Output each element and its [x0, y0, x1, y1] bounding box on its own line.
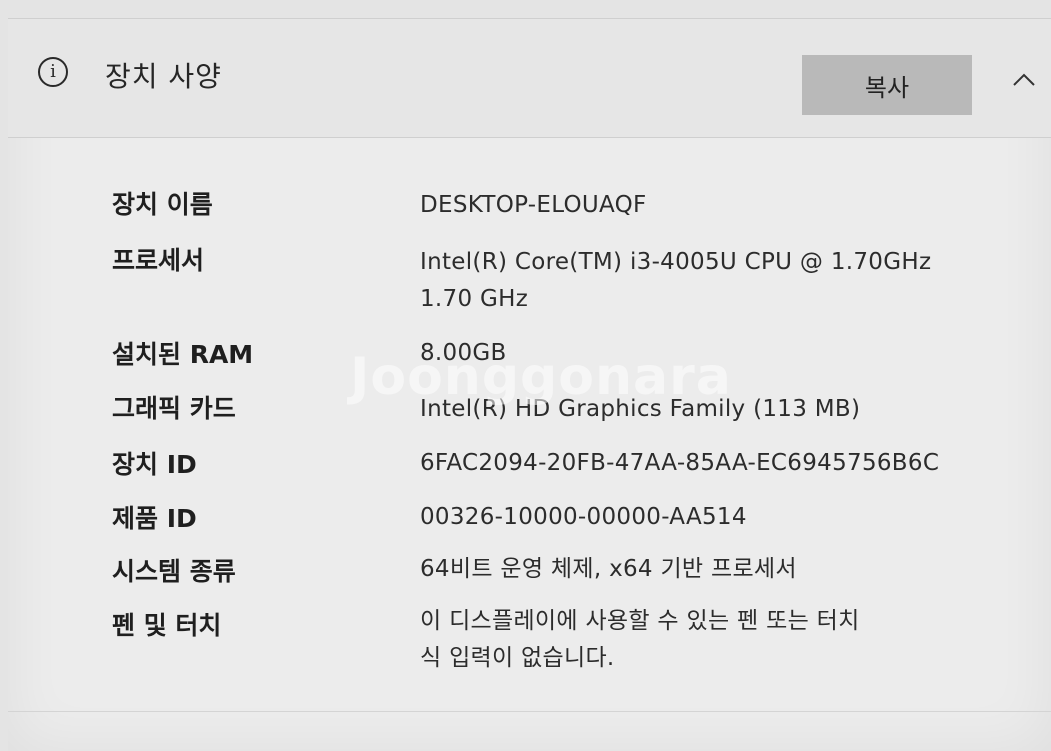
info-icon: i: [38, 57, 68, 87]
spec-label-device-id: 장치 ID: [112, 450, 197, 479]
panel-header[interactable]: i 장치 사양 복사: [8, 19, 1051, 138]
spec-label-processor: 프로세서: [112, 246, 205, 275]
copy-button[interactable]: 복사: [802, 55, 972, 115]
spec-label-pen-and-touch: 펜 및 터치: [112, 611, 222, 640]
bottom-divider: [8, 711, 1051, 712]
spec-value-device-id[interactable]: 6FAC2094-20FB-47AA-85AA-EC6945756B6C: [420, 445, 980, 482]
spec-label-device-name: 장치 이름: [112, 190, 213, 219]
spec-label-graphics-card: 그래픽 카드: [112, 394, 236, 423]
spec-value-installed-ram[interactable]: 8.00GB: [420, 335, 980, 372]
spec-value-processor[interactable]: Intel(R) Core(TM) i3-4005U CPU @ 1.70GHz…: [420, 244, 980, 318]
spec-label-system-type: 시스템 종류: [112, 557, 236, 586]
spec-value-system-type[interactable]: 64비트 운영 체제, x64 기반 프로세서: [420, 551, 980, 588]
page-title: 장치 사양: [105, 60, 222, 93]
spec-label-product-id: 제품 ID: [112, 504, 197, 533]
spec-value-graphics-card[interactable]: Intel(R) HD Graphics Family (113 MB): [420, 391, 980, 428]
spec-value-product-id[interactable]: 00326-10000-00000-AA514: [420, 499, 980, 536]
spec-value-device-name[interactable]: DESKTOP-ELOUAQF: [420, 187, 980, 224]
device-specifications-panel: i 장치 사양 복사 장치 이름 DESKTOP-ELOUAQF 프로세서 In…: [8, 18, 1051, 751]
spec-value-pen-and-touch[interactable]: 이 디스플레이에 사용할 수 있는 펜 또는 터치 식 입력이 없습니다.: [420, 603, 980, 677]
chevron-up-icon[interactable]: [1011, 67, 1037, 93]
spec-label-installed-ram: 설치된 RAM: [112, 340, 254, 369]
